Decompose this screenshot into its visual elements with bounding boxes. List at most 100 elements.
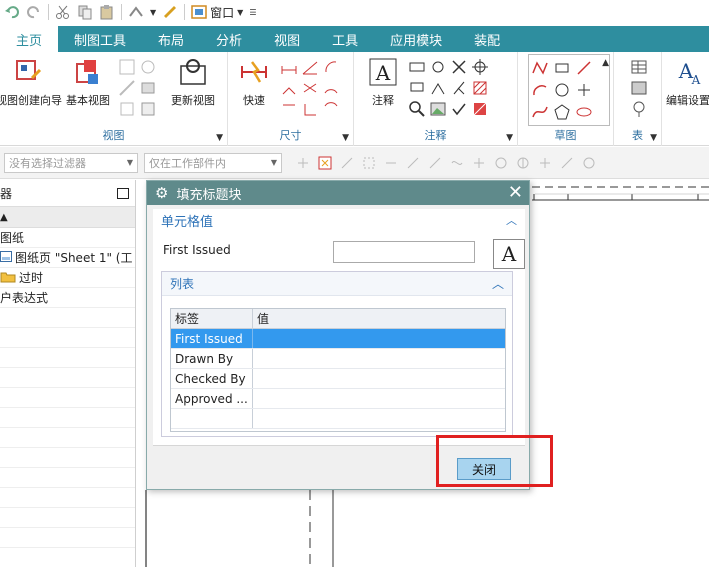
- balloon-icon[interactable]: [429, 58, 447, 76]
- radial-dimension-icon[interactable]: [322, 58, 340, 76]
- undo-icon[interactable]: [4, 4, 20, 20]
- snap-control-icon[interactable]: [428, 156, 442, 170]
- repeat-command-icon[interactable]: [128, 4, 144, 20]
- gear-icon[interactable]: ⚙: [155, 184, 168, 202]
- tab-tools[interactable]: 工具: [316, 26, 374, 52]
- selection-filter-dropdown[interactable]: 没有选择过滤器 ▼: [4, 152, 138, 173]
- customize-toolbar-icon[interactable]: ☰: [249, 8, 256, 17]
- circle-icon[interactable]: [553, 81, 571, 99]
- rectangle-icon[interactable]: [553, 59, 571, 77]
- snap-intersection-icon[interactable]: [450, 156, 464, 170]
- maximize-icon[interactable]: [117, 187, 129, 199]
- cell-value-section-header[interactable]: 单元格值 ︿: [153, 209, 525, 231]
- cell-value-input[interactable]: [333, 241, 475, 263]
- selection-scope-dropdown[interactable]: 仅在工作部件内 ▼: [144, 152, 282, 173]
- tab-drafting-tools[interactable]: 制图工具: [58, 26, 142, 52]
- dialog-title-bar[interactable]: ⚙ 填充标题块 ✕: [147, 181, 529, 205]
- column-header-label[interactable]: 标签: [171, 309, 253, 328]
- perimeter-dimension-icon[interactable]: [280, 100, 298, 118]
- studio-spline-icon[interactable]: [531, 103, 549, 121]
- arc-icon[interactable]: [531, 81, 549, 99]
- cut-icon[interactable]: [55, 4, 71, 20]
- close-icon[interactable]: ✕: [508, 183, 523, 203]
- navigator-row-sheet[interactable]: 图纸页 "Sheet 1" (工: [0, 248, 135, 268]
- angular-dimension-icon[interactable]: [301, 58, 319, 76]
- tab-home[interactable]: 主页: [0, 26, 59, 52]
- polygon-icon[interactable]: [553, 103, 571, 121]
- snap-existing-point-icon[interactable]: [538, 156, 552, 170]
- point-icon[interactable]: [575, 81, 593, 99]
- edit-settings-button[interactable]: AA 编辑设置: [664, 58, 709, 108]
- copy-icon[interactable]: [77, 4, 93, 20]
- tab-assembly[interactable]: 装配: [458, 26, 516, 52]
- navigator-row-drawing[interactable]: 图纸: [0, 228, 135, 248]
- line-icon[interactable]: [575, 59, 593, 77]
- weld-symbol-icon[interactable]: [429, 79, 447, 97]
- arc-length-dimension-icon[interactable]: [322, 79, 340, 97]
- note-button[interactable]: A 注释: [366, 58, 400, 108]
- coordinate-dimension-icon[interactable]: [322, 100, 340, 118]
- tab-application[interactable]: 应用模块: [374, 26, 458, 52]
- snap-endpoint-icon[interactable]: [384, 156, 398, 170]
- view-break-icon[interactable]: [118, 100, 136, 118]
- snap-midpoint-icon[interactable]: [406, 156, 420, 170]
- table-row[interactable]: Approved ...: [171, 389, 505, 409]
- navigator-column-header[interactable]: ▲: [0, 206, 135, 228]
- navigator-row-expressions[interactable]: 户表达式: [0, 288, 135, 308]
- view-creation-wizard-button[interactable]: 视图创建向导: [0, 58, 62, 108]
- base-view-button[interactable]: 基本视图: [64, 58, 112, 108]
- window-menu-button[interactable]: 窗口 ▼: [191, 4, 243, 21]
- detail-view-icon[interactable]: [139, 58, 157, 76]
- section-view-icon[interactable]: [118, 79, 136, 97]
- chevron-down-icon[interactable]: ▼: [650, 133, 657, 143]
- drawing-view-icon[interactable]: [139, 100, 157, 118]
- projected-view-icon[interactable]: [118, 58, 136, 76]
- table-row[interactable]: Drawn By: [171, 349, 505, 369]
- target-point-icon[interactable]: [471, 58, 489, 76]
- chevron-check-icon[interactable]: [450, 100, 468, 118]
- deselect-icon[interactable]: [340, 156, 354, 170]
- snap-tangent-icon[interactable]: [582, 156, 596, 170]
- ellipse-icon[interactable]: [575, 103, 593, 121]
- update-view-button[interactable]: 更新视图: [164, 58, 222, 108]
- area-fill-icon[interactable]: [471, 100, 489, 118]
- chevron-down-icon[interactable]: ▼: [150, 8, 156, 17]
- rapid-dimension-button[interactable]: 快速: [234, 58, 274, 108]
- menu-icon[interactable]: [296, 156, 310, 170]
- tab-view[interactable]: 视图: [258, 26, 316, 52]
- feature-control-frame-icon[interactable]: [408, 58, 426, 76]
- column-header-value[interactable]: 值: [253, 309, 505, 328]
- broken-view-icon[interactable]: [139, 79, 157, 97]
- cross-symbol-icon[interactable]: [450, 58, 468, 76]
- parts-list-icon[interactable]: [630, 79, 648, 97]
- paste-icon[interactable]: [99, 4, 115, 20]
- tab-analysis[interactable]: 分析: [200, 26, 258, 52]
- chevron-down-icon[interactable]: ▼: [342, 133, 349, 143]
- ordinate-dimension-icon[interactable]: [301, 100, 319, 118]
- touch-mode-icon[interactable]: [162, 4, 178, 20]
- redo-icon[interactable]: [26, 4, 42, 20]
- tab-layout[interactable]: 布局: [142, 26, 200, 52]
- search-icon[interactable]: [408, 100, 426, 118]
- thickness-dimension-icon[interactable]: [301, 79, 319, 97]
- select-feature-icon[interactable]: [318, 156, 332, 170]
- table-row[interactable]: Checked By: [171, 369, 505, 389]
- snap-line-icon[interactable]: [560, 156, 574, 170]
- datum-feature-icon[interactable]: [408, 79, 426, 97]
- linear-dimension-icon[interactable]: [280, 58, 298, 76]
- chevron-down-icon[interactable]: ▼: [506, 133, 513, 143]
- surface-finish-icon[interactable]: [450, 79, 468, 97]
- image-icon[interactable]: [429, 100, 447, 118]
- profile-icon[interactable]: [531, 59, 549, 77]
- navigator-row-outdated[interactable]: 过时: [0, 268, 135, 288]
- list-section-header[interactable]: 列表 ︿: [162, 272, 512, 296]
- text-settings-button[interactable]: A: [493, 239, 525, 269]
- chevron-up-icon[interactable]: ▲: [602, 58, 609, 68]
- snap-point-on-curve-icon[interactable]: [516, 156, 530, 170]
- snap-arc-center-icon[interactable]: [472, 156, 486, 170]
- tabular-note-icon[interactable]: [630, 58, 648, 76]
- table-row[interactable]: First Issued: [171, 329, 505, 349]
- snap-quadrant-icon[interactable]: [494, 156, 508, 170]
- hatch-icon[interactable]: [471, 79, 489, 97]
- auto-balloon-icon[interactable]: [630, 100, 648, 118]
